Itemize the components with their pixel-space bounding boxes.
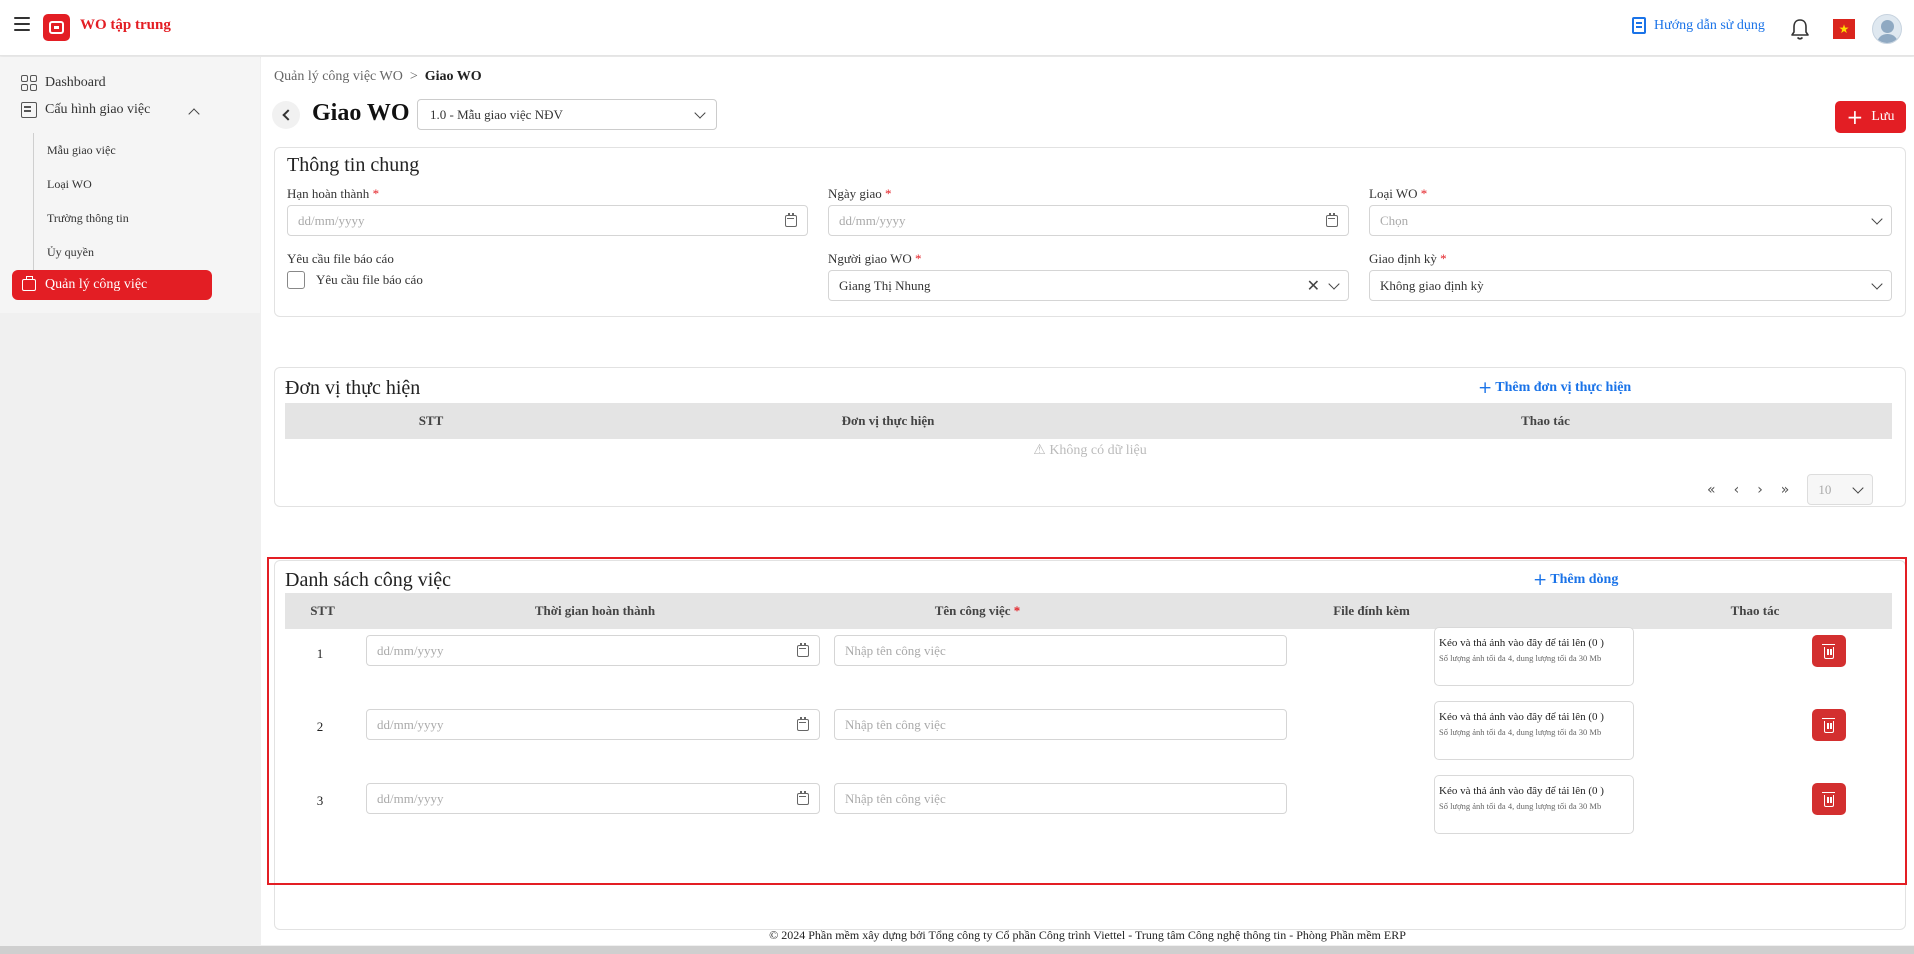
assign-date-label: Ngày giao * — [828, 186, 892, 202]
sidebar-subitem-authorization[interactable]: Ủy quyền — [47, 245, 94, 260]
column-header: Đơn vị thực hiện — [841, 413, 935, 428]
page-title: Giao WO — [312, 100, 410, 126]
pagination: « ‹ › » 10 — [1707, 474, 1874, 505]
template-select-value: 1.0 - Mẫu giao việc NĐV — [430, 106, 563, 122]
periodic-value: Không giao định kỳ — [1380, 277, 1484, 293]
sidebar-item-label: Quản lý công việc — [45, 277, 148, 292]
assign-date-label-text: Ngày giao — [828, 186, 882, 201]
back-button[interactable] — [272, 101, 300, 129]
assigner-label: Người giao WO * — [828, 251, 921, 267]
subnav-line — [33, 133, 34, 271]
assigner-value: Giang Thị Nhung — [839, 277, 931, 293]
briefcase-icon — [22, 276, 36, 291]
plus-icon: + — [1846, 105, 1864, 129]
next-page-button[interactable]: › — [1757, 482, 1763, 498]
first-page-button[interactable]: « — [1707, 482, 1716, 498]
units-card: Đơn vị thực hiện + Thêm đơn vị thực hiện… — [274, 367, 1906, 507]
assigner-select[interactable]: Giang Thị Nhung ✕ — [828, 270, 1349, 301]
top-bar: WO tập trung Hướng dẫn sử dụng ★ — [0, 0, 1914, 56]
column-header: Thao tác — [1521, 413, 1570, 428]
add-unit-label: Thêm đơn vị thực hiện — [1495, 380, 1632, 395]
avatar[interactable] — [1872, 14, 1902, 44]
required-mark: * — [372, 186, 380, 201]
sidebar-item-label: Cấu hình giao việc — [45, 102, 151, 117]
app-logo[interactable] — [43, 14, 70, 41]
breadcrumb-separator: > — [409, 69, 418, 84]
add-unit-link[interactable]: + Thêm đơn vị thực hiện — [1478, 378, 1631, 398]
deadline-label-text: Hạn hoàn thành — [287, 186, 370, 201]
save-label: Lưu — [1871, 109, 1895, 124]
units-table-header: STT Đơn vị thực hiện Thao tác — [285, 403, 1892, 439]
flag-star: ★ — [1838, 22, 1850, 36]
report-file-checkbox[interactable] — [287, 271, 305, 289]
chevron-down-icon — [1871, 277, 1883, 290]
column-header: STT — [418, 413, 444, 428]
last-page-button[interactable]: » — [1781, 482, 1790, 498]
language-flag-icon[interactable]: ★ — [1833, 19, 1855, 39]
breadcrumb-parent[interactable]: Quản lý công việc WO — [274, 69, 403, 85]
assign-date-placeholder: dd/mm/yyyy — [839, 212, 906, 228]
units-title: Đơn vị thực hiện — [285, 377, 421, 399]
chevron-down-icon — [1328, 277, 1340, 290]
clear-icon[interactable]: ✕ — [1307, 276, 1320, 295]
wo-type-label-text: Loại WO — [1369, 186, 1418, 201]
sidebar-item-label: Dashboard — [45, 75, 106, 90]
chevron-down-icon — [1871, 212, 1883, 225]
page-size-value: 10 — [1818, 481, 1832, 497]
report-file-label: Yêu cầu file báo cáo — [287, 251, 394, 266]
footer: © 2024 Phần mềm xây dựng bởi Tổng công t… — [769, 928, 1406, 942]
sidebar-item-task-management[interactable]: Quản lý công việc — [12, 270, 212, 300]
breadcrumb: Quản lý công việc WO > Giao WO — [274, 69, 482, 85]
user-guide-link[interactable]: Hướng dẫn sử dụng — [1632, 17, 1765, 34]
document-icon — [1632, 17, 1646, 34]
sidebar-subitem-fields[interactable]: Trường thông tin — [47, 211, 129, 226]
periodic-label: Giao định kỳ * — [1369, 251, 1447, 267]
periodic-label-text: Giao định kỳ — [1369, 251, 1437, 266]
page-size-select[interactable]: 10 — [1807, 474, 1874, 505]
required-mark: * — [1420, 186, 1428, 201]
bell-icon[interactable] — [1789, 17, 1811, 41]
sidebar-item-dashboard[interactable]: Dashboard — [21, 75, 106, 91]
deadline-label: Hạn hoàn thành * — [287, 186, 379, 202]
chevron-down-icon — [1852, 481, 1865, 494]
wo-type-select[interactable]: Chọn — [1369, 205, 1892, 236]
user-guide-label: Hướng dẫn sử dụng — [1654, 17, 1765, 33]
periodic-select[interactable]: Không giao định kỳ — [1369, 270, 1892, 301]
wo-type-placeholder: Chọn — [1380, 212, 1409, 228]
report-file-checkbox-label[interactable]: Yêu cầu file báo cáo — [316, 272, 423, 288]
sidebar-subitem-templates[interactable]: Mẫu giao việc — [47, 143, 116, 158]
deadline-input[interactable]: dd/mm/yyyy — [287, 205, 808, 236]
calendar-icon[interactable] — [1326, 212, 1338, 227]
app-title[interactable]: WO tập trung — [80, 17, 171, 34]
prev-page-button[interactable]: ‹ — [1734, 482, 1740, 498]
chevron-left-icon — [281, 109, 294, 121]
breadcrumb-current: Giao WO — [424, 69, 482, 84]
empty-state: ⚠ Không có dữ liệu — [1033, 443, 1147, 458]
sidebar-item-config[interactable]: Cấu hình giao việc — [21, 102, 150, 118]
config-icon — [21, 102, 37, 118]
calendar-icon[interactable] — [785, 212, 797, 227]
dashboard-icon — [21, 75, 37, 91]
deadline-placeholder: dd/mm/yyyy — [298, 212, 365, 228]
tasks-section-highlight — [267, 557, 1907, 885]
assign-date-input[interactable]: dd/mm/yyyy — [828, 205, 1349, 236]
required-mark: * — [914, 251, 922, 266]
assigner-label-text: Người giao WO — [828, 251, 912, 266]
general-info-card: Thông tin chung Hạn hoàn thành * dd/mm/y… — [274, 147, 1906, 317]
plus-icon: + — [1478, 378, 1493, 398]
sidebar-subitem-wo-types[interactable]: Loại WO — [47, 177, 92, 192]
required-mark: * — [885, 186, 892, 201]
required-mark: * — [1440, 251, 1447, 266]
bottom-scrollbar[interactable] — [0, 946, 1914, 954]
wo-type-label: Loại WO * — [1369, 186, 1427, 202]
save-button[interactable]: + Lưu — [1835, 101, 1906, 133]
chevron-down-icon — [694, 106, 706, 119]
general-info-title: Thông tin chung — [287, 154, 420, 176]
template-select[interactable]: 1.0 - Mẫu giao việc NĐV — [417, 99, 717, 130]
menu-icon[interactable] — [14, 17, 30, 31]
